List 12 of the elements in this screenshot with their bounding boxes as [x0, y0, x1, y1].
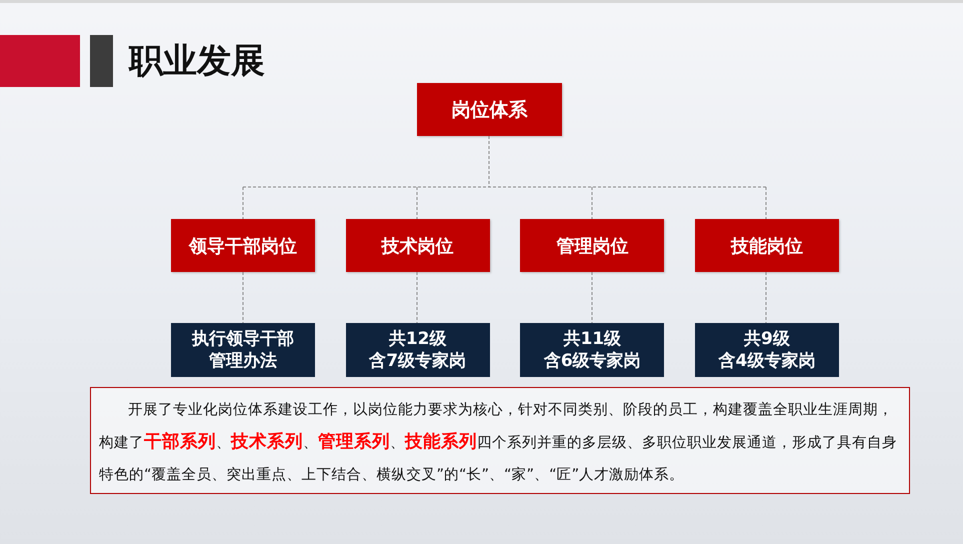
org-chart-root-node: 岗位体系: [417, 83, 562, 136]
slide-title: 职业发展: [129, 40, 265, 83]
description-paragraph: 开展了专业化岗位体系建设工作，以岗位能力要求为核心，针对不同类别、阶段的员工，构建覆盖全职业生涯周期，构建了干部系列、技术系列、管理系列、技能系列四个系列并重的多层级、多职位职业发展通道，形成了具有自身特色的“覆盖全员、突出重点、上下结合、横纵交叉”的“长”、“家”、“匠”人才激励体系。: [90, 387, 910, 494]
org-chart-detail-node: 共12级 含7级专家岗: [346, 323, 490, 377]
org-chart-detail-node: 执行领导干部 管理办法: [171, 323, 315, 377]
org-chart-node: 技术岗位: [346, 219, 490, 272]
org-chart-node: 领导干部岗位: [171, 219, 315, 272]
org-chart-detail-node: 共9级 含4级专家岗: [694, 323, 839, 377]
org-chart-node: 技能岗位: [694, 219, 839, 272]
title-accent-bar: [90, 35, 113, 87]
org-chart-detail-node: 共11级 含6级专家岗: [520, 323, 664, 377]
org-chart-node: 管理岗位: [520, 219, 664, 272]
